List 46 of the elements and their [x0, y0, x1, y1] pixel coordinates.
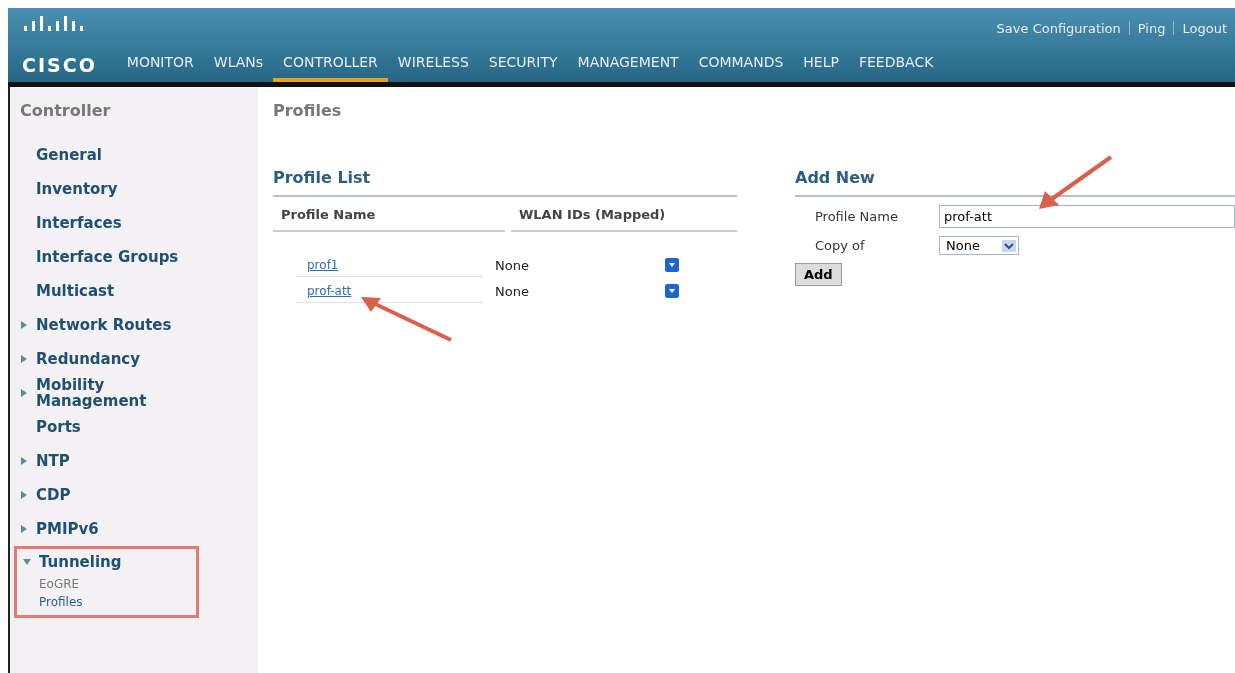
sidebar-item[interactable]: Multicast [36, 282, 115, 300]
nav-tab[interactable]: WLANs [203, 54, 274, 82]
nav-tab[interactable]: WIRELESS [387, 54, 479, 82]
sidebar-item[interactable]: Inventory [36, 180, 118, 198]
cisco-wordmark: CISCO [22, 54, 97, 78]
chevron-down-icon [1001, 239, 1016, 252]
sidebar-item[interactable]: Redundancy [36, 350, 141, 368]
field-label: Copy of [815, 238, 866, 253]
column-header: Profile Name [273, 197, 505, 232]
sidebar-item[interactable]: Network Routes [36, 316, 172, 334]
header-link[interactable]: Logout [1182, 20, 1227, 36]
profile-link[interactable]: prof1 [297, 257, 339, 272]
sidebar-item[interactable]: Mobility Management [36, 376, 186, 410]
header-link[interactable]: Save Configuration [996, 20, 1121, 36]
nav-tab[interactable]: SECURITY [478, 54, 568, 82]
nav-tab[interactable]: COMMANDS [688, 54, 794, 82]
table-cell-text: None [494, 283, 530, 299]
sidebar-item[interactable]: Tunneling [39, 553, 122, 571]
sidebar-item[interactable]: Interface Groups [36, 248, 179, 266]
section-title: Add New [795, 168, 1235, 197]
page-title: Profiles [273, 101, 343, 120]
copy-of-select[interactable]: None [939, 236, 1019, 255]
sidebar-item[interactable]: NTP [36, 452, 70, 470]
nav-tab[interactable]: FEEDBACK [848, 54, 944, 82]
column-header: WLAN IDs (Mapped) [511, 197, 737, 232]
sidebar-subitem[interactable]: Profiles [39, 593, 196, 611]
profile-link[interactable]: prof-att [297, 283, 352, 298]
nav-tab[interactable]: MANAGEMENT [567, 54, 689, 82]
dropdown-icon[interactable] [665, 284, 679, 298]
nav-tab[interactable]: CONTROLLER [273, 54, 388, 82]
table-cell-text: None [494, 257, 530, 273]
nav-tab[interactable]: HELP [793, 54, 849, 82]
profile-name-field[interactable]: prof-att [939, 205, 1235, 228]
add-button[interactable]: Add [795, 263, 842, 286]
dropdown-icon[interactable] [665, 258, 679, 272]
header-link[interactable]: Ping [1137, 20, 1166, 36]
nav-tab[interactable]: MONITOR [116, 54, 204, 82]
section-title: Profile List [273, 168, 737, 197]
sidebar-item[interactable]: CDP [36, 486, 71, 504]
sidebar-item[interactable]: General [36, 146, 102, 164]
field-label: Profile Name [815, 209, 899, 224]
sidebar-item[interactable]: PMIPv6 [36, 520, 99, 538]
sidebar-title: Controller [20, 101, 112, 120]
sidebar-item[interactable]: Ports [36, 418, 81, 436]
sidebar-item[interactable]: Interfaces [36, 214, 122, 232]
sidebar-subitem[interactable]: EoGRE [39, 575, 196, 593]
